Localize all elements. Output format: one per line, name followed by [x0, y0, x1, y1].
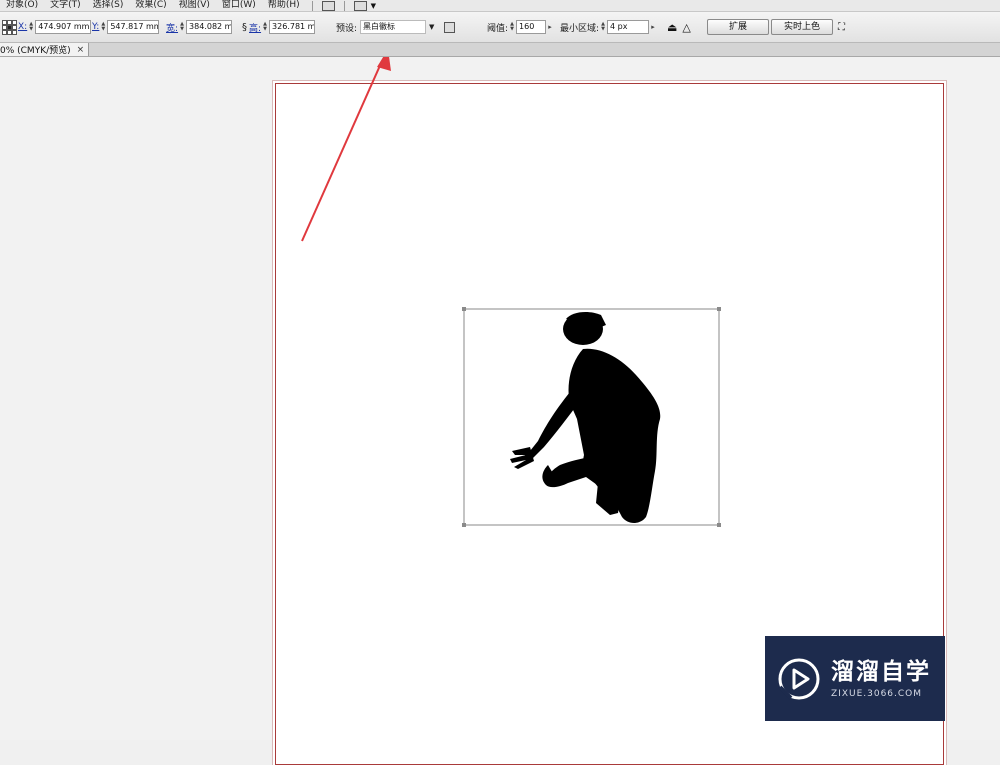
watermark-logo: 溜溜自学 ZIXUE.3066.COM: [765, 636, 945, 721]
menu-help[interactable]: 帮助(H): [262, 0, 306, 11]
expand-button[interactable]: 扩展: [707, 19, 769, 35]
logo-name: 溜溜自学: [831, 659, 931, 685]
tracing-options-icon[interactable]: [444, 21, 455, 33]
min-area-label: 最小区域:: [560, 23, 600, 34]
x-stepper[interactable]: ▲ ▼: [28, 21, 34, 33]
chevron-down-icon[interactable]: ▼: [429, 23, 434, 31]
menu-window[interactable]: 窗口(W): [216, 0, 262, 11]
preset-select[interactable]: 黑白徽标: [360, 20, 427, 34]
menu-view[interactable]: 视图(V): [173, 0, 216, 11]
view-source-icon[interactable]: △: [682, 21, 690, 34]
document-tab-strip: 0% (CMYK/预览) ×: [0, 43, 1000, 57]
annotation-arrow: [301, 57, 391, 242]
threshold-label: 阈值:: [487, 23, 509, 34]
threshold-stepper[interactable]: ▲ ▼: [509, 21, 515, 33]
logo-url: ZIXUE.3066.COM: [831, 689, 923, 699]
document-tab[interactable]: 0% (CMYK/预览) ×: [0, 43, 90, 56]
menu-bar: 对象(O) 文字(T) 选择(S) 效果(C) 视图(V) 窗口(W) 帮助(H…: [0, 0, 1000, 12]
live-paint-button[interactable]: 实时上色: [771, 19, 833, 35]
min-area-slider-arrow[interactable]: ▸: [650, 21, 656, 33]
chevron-down-icon[interactable]: ▼: [371, 2, 376, 10]
threshold-field[interactable]: 160: [516, 20, 547, 34]
arrange-documents-icon[interactable]: [353, 0, 367, 11]
menu-divider: [311, 0, 313, 11]
x-field[interactable]: 474.907 mm: [35, 20, 92, 34]
menu-divider: [343, 0, 345, 11]
control-bar: X: ▲ ▼ 474.907 mm Y: ▲ ▼ 547.817 mm 宽: ▲ ▼ …: [0, 12, 1000, 43]
jumping-person-silhouette[interactable]: [510, 311, 661, 523]
view-result-icon[interactable]: ⏏: [667, 21, 677, 34]
y-stepper[interactable]: ▲ ▼: [100, 21, 106, 33]
bridge-icon[interactable]: [321, 0, 335, 11]
close-icon[interactable]: ×: [77, 45, 85, 55]
preset-label: 预设:: [336, 23, 358, 34]
menu-select[interactable]: 选择(S): [87, 0, 130, 11]
width-field[interactable]: 384.082 m: [186, 20, 233, 34]
width-label: 宽:: [166, 23, 179, 34]
x-label: X:: [18, 22, 28, 32]
threshold-slider-arrow[interactable]: ▸: [547, 21, 553, 33]
menu-effect[interactable]: 效果(C): [129, 0, 172, 11]
height-stepper[interactable]: ▲ ▼: [262, 21, 268, 33]
play-logo-icon: [778, 658, 820, 699]
width-stepper[interactable]: ▲ ▼: [179, 21, 185, 33]
panel-options-icon[interactable]: ⛶: [838, 22, 845, 33]
reference-point-widget[interactable]: [2, 20, 17, 35]
min-area-field[interactable]: 4 px: [607, 20, 650, 34]
document-tab-title: 0% (CMYK/预览): [0, 46, 71, 56]
height-label: 高:: [249, 23, 262, 34]
y-field[interactable]: 547.817 mm: [107, 20, 160, 34]
y-label: Y:: [92, 22, 100, 32]
height-field[interactable]: 326.781 m: [269, 20, 316, 34]
menu-type[interactable]: 文字(T): [44, 0, 87, 11]
min-area-stepper[interactable]: ▲ ▼: [600, 21, 606, 33]
reference-point-icon[interactable]: [2, 20, 17, 35]
link-proportions-icon[interactable]: §: [242, 22, 247, 33]
menu-object[interactable]: 对象(O): [0, 0, 44, 11]
